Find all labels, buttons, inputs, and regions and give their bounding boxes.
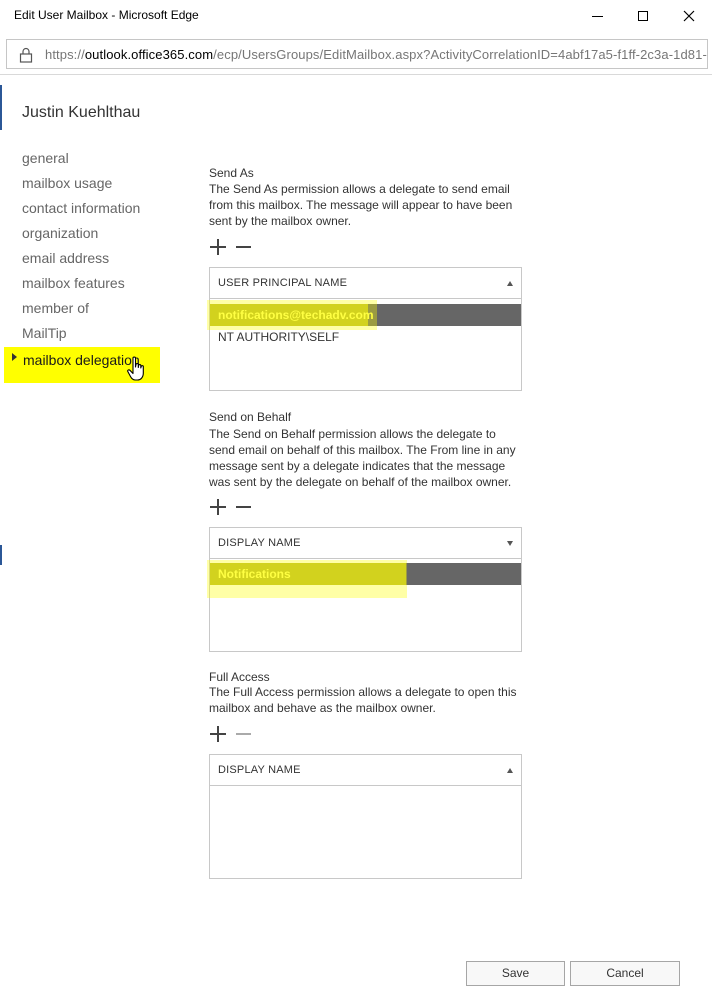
add-icon[interactable] [210,239,226,255]
remove-icon[interactable] [236,239,252,255]
edge-mark [0,545,2,565]
close-button[interactable] [666,0,712,32]
sidebar-item-contact-information[interactable]: contact information [22,198,140,223]
window-title: Edit User Mailbox - Microsoft Edge [14,8,199,22]
sidebar-item-general[interactable]: general [22,148,140,173]
sort-ascending-icon [507,768,513,773]
sidebar-item-mailtip[interactable]: MailTip [22,323,140,348]
selected-arrow-icon [12,353,17,362]
add-icon[interactable] [210,499,226,515]
sidebar-item-mailbox-features[interactable]: mailbox features [22,273,140,298]
add-icon[interactable] [210,726,226,742]
send-as-title: Send As [209,166,254,180]
edge-mark [0,85,2,130]
close-icon [683,10,695,22]
full-access-title: Full Access [209,670,270,684]
send-as-actions [210,239,260,255]
lock-icon [19,47,33,63]
sidebar-item-label: mailbox delegation [23,352,140,368]
sidebar-item-email-address[interactable]: email address [22,248,140,273]
sidebar-item-mailbox-delegation[interactable]: mailbox delegation [12,350,140,370]
url-path: /ecp/UsersGroups/EditMailbox.aspx?Activi… [213,47,708,62]
row-text: NT AUTHORITY\SELF [218,330,340,344]
sidebar-nav: general mailbox usage contact informatio… [22,148,140,348]
column-header-label: DISPLAY NAME [218,764,301,776]
column-header-label: USER PRINCIPAL NAME [218,277,348,289]
window-left-edge [0,75,3,1004]
annotation-highlight [207,560,407,598]
send-on-behalf-actions [210,499,260,515]
hand-cursor-icon [127,356,144,381]
minimize-button[interactable] [574,0,620,32]
url-prefix: https:// [45,47,85,62]
sidebar-item-mailbox-usage[interactable]: mailbox usage [22,173,140,198]
cancel-button[interactable]: Cancel [570,961,680,986]
sidebar-item-member-of[interactable]: member of [22,298,140,323]
maximize-icon [638,11,648,21]
sort-descending-icon [507,541,513,546]
annotation-highlight [207,300,377,330]
remove-icon[interactable] [236,499,252,515]
column-header-display-name[interactable]: DISPLAY NAME [210,528,521,559]
full-access-actions [210,726,260,742]
send-on-behalf-title: Send on Behalf [209,410,292,424]
url-text: https://outlook.office365.com/ecp/UsersG… [45,47,708,62]
maximize-button[interactable] [620,0,666,32]
send-on-behalf-description: The Send on Behalf permission allows the… [209,427,516,489]
column-header-label: DISPLAY NAME [218,537,301,549]
send-as-description: The Send As permission allows a delegate… [209,182,513,228]
full-access-description: The Full Access permission allows a dele… [209,685,517,715]
window-titlebar: Edit User Mailbox - Microsoft Edge [0,0,712,33]
column-header-display-name[interactable]: DISPLAY NAME [210,755,521,786]
url-host: outlook.office365.com [84,47,214,62]
minimize-icon [591,15,603,17]
sort-ascending-icon [507,281,513,286]
page-title: Justin Kuehlthau [22,104,141,121]
save-button[interactable]: Save [466,961,565,986]
column-header-user-principal-name[interactable]: USER PRINCIPAL NAME [210,268,521,299]
url-field[interactable]: https://outlook.office365.com/ecp/UsersG… [6,39,708,69]
remove-icon [236,726,252,742]
sidebar-item-organization[interactable]: organization [22,223,140,248]
address-bar: https://outlook.office365.com/ecp/UsersG… [0,33,712,75]
full-access-list: DISPLAY NAME [209,754,522,879]
